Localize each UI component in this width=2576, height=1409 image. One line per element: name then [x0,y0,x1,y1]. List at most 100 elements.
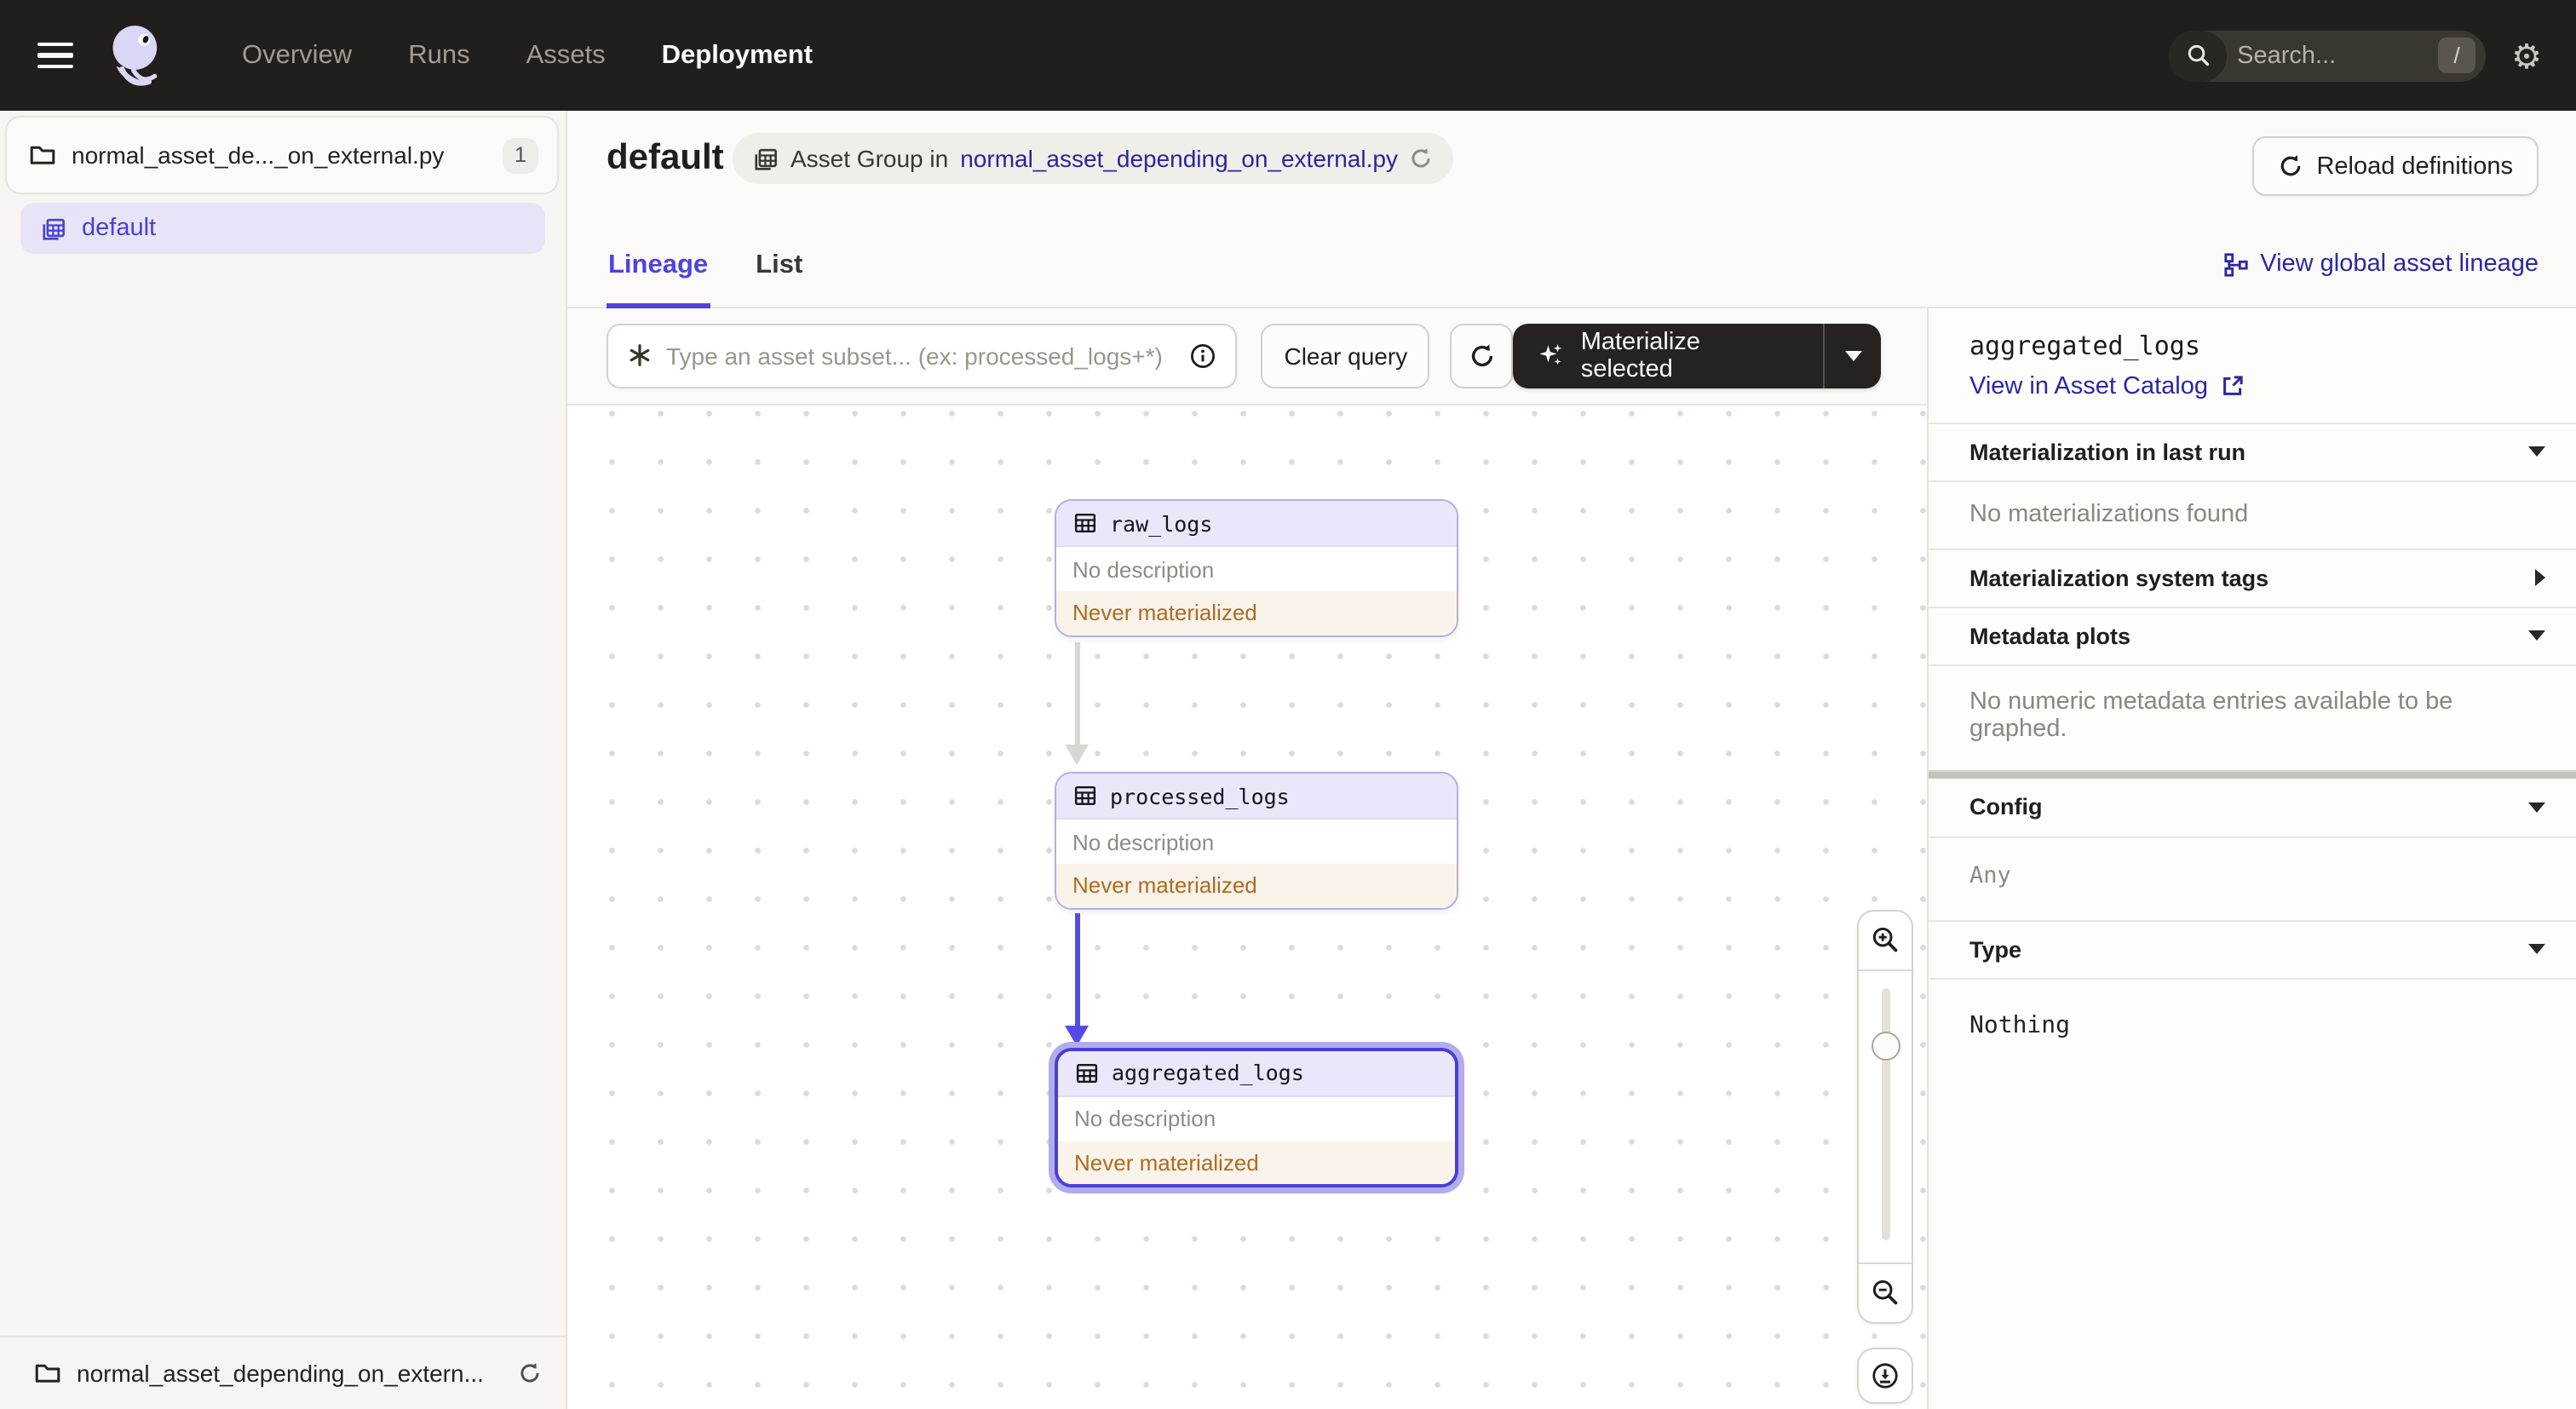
reload-definitions-button[interactable]: Reload definitions [2251,136,2539,196]
download-icon [1872,1362,1898,1388]
primary-nav: Overview Runs Assets Deployment [242,40,813,71]
menu-icon[interactable] [37,35,73,77]
asset-node-aggregated-logs[interactable]: aggregated_logs No description Never mat… [1054,1047,1458,1188]
code-location-header[interactable]: normal_asset_de..._on_external.py 1 [5,116,559,194]
reload-definitions-label: Reload definitions [2316,152,2513,180]
type-value: Nothing [1929,977,2576,1059]
breadcrumb-prefix: Asset Group in [791,145,949,172]
asset-status: Never materialized [1055,864,1456,907]
section-config[interactable]: Config [1929,778,2576,836]
folder-icon [35,1364,60,1383]
section-metadata-plots[interactable]: Metadata plots [1929,606,2576,664]
materialization-empty-state: No materializations found [1929,480,2576,548]
lineage-graph-icon [2223,252,2247,276]
asset-description: No description [1055,820,1456,864]
breadcrumb: Asset Group in normal_asset_depending_on… [733,133,1454,184]
page-title: default [607,138,724,177]
app-root: Overview Runs Assets Deployment / ⚙ norm… [0,0,2576,1409]
refresh-icon [2280,155,2300,176]
asset-description: No description [1055,547,1456,591]
page-header: default Asset Group in normal_asset_depe… [567,111,2576,250]
external-link-icon [2223,376,2243,395]
zoom-slider-thumb[interactable] [1871,1031,1900,1060]
sparkle-icon [1539,343,1562,365]
tabs-row: Lineage List View global asset lineage [567,250,2576,308]
graph-toolbar: Clear query Materialize selecte [567,308,1927,403]
table-icon [1075,1062,1097,1083]
asset-group-count-badge: 1 [503,137,538,173]
asset-status: Never materialized [1055,591,1456,635]
zoom-out-icon [1872,1280,1898,1305]
search-shortcut-key: / [2438,37,2476,73]
zoom-in-button[interactable] [1859,911,1912,969]
chevron-right-icon [2535,569,2545,586]
asset-node-raw-logs[interactable]: raw_logs No description Never materializ… [1054,499,1458,636]
nav-assets[interactable]: Assets [526,40,606,71]
asset-subset-input[interactable] [666,342,1176,369]
top-nav: Overview Runs Assets Deployment / ⚙ [0,0,2576,111]
asset-name: processed_logs [1110,783,1290,808]
dagster-logo[interactable] [102,18,170,93]
nav-overview[interactable]: Overview [242,40,352,71]
code-location-footer[interactable]: normal_asset_depending_on_extern... [0,1336,566,1409]
materialize-selected-button[interactable]: Materialize selected [1513,323,1881,388]
table-icon [1073,513,1095,533]
edge-raw-to-processed [1065,641,1089,764]
reload-location-icon[interactable] [518,1361,542,1385]
config-value: Any [1929,836,2576,919]
lineage-graph-canvas[interactable]: raw_logs No description Never materializ… [567,403,1927,1409]
edge-processed-to-aggregated [1065,912,1089,1045]
asset-group-icon [755,147,777,170]
code-location-name: normal_asset_de..._on_external.py [72,141,445,169]
table-icon [1073,785,1095,806]
metadata-plots-empty-state: No numeric metadata entries available to… [1929,664,2576,769]
section-materialization-system-tags[interactable]: Materialization system tags [1929,548,2576,606]
section-type[interactable]: Type [1929,919,2576,977]
view-global-asset-lineage-link[interactable]: View global asset lineage [2222,250,2539,278]
chevron-down-icon [1844,350,1862,360]
asset-status: Never materialized [1057,1141,1454,1184]
asset-name: aggregated_logs [1112,1060,1304,1085]
download-graph-button[interactable] [1857,1347,1913,1403]
main-content: default Asset Group in normal_asset_depe… [567,111,2576,1409]
asset-group-icon [43,217,65,239]
sidebar-item-label: default [82,215,157,242]
gear-icon[interactable]: ⚙ [2511,38,2542,72]
asset-detail-panel: aggregated_logs View in Asset Catalog Ma… [1927,308,2576,1409]
chevron-down-icon [2528,802,2545,812]
materialize-label: Materialize selected [1580,328,1700,382]
asset-subset-query[interactable] [607,323,1238,388]
section-materialization-last-run[interactable]: Materialization in last run [1929,422,2576,480]
zoom-controls [1857,909,1913,1323]
info-icon[interactable] [1190,342,1217,369]
refresh-graph-button[interactable] [1450,323,1514,388]
tab-lineage[interactable]: Lineage [607,250,710,308]
zoom-slider[interactable] [1859,970,1912,1262]
tab-list[interactable]: List [754,250,804,308]
clear-query-button[interactable]: Clear query [1261,323,1430,388]
sidebar-item-default-group[interactable]: default [20,203,545,254]
search-icon [2169,30,2228,81]
asset-node-processed-logs[interactable]: processed_logs No description Never mate… [1054,772,1458,909]
chevron-down-icon [2528,630,2545,641]
asset-selection-icon [630,344,650,366]
zoom-out-button[interactable] [1859,1263,1912,1321]
code-location-footer-name: normal_asset_depending_on_extern... [77,1360,484,1387]
panel-header: aggregated_logs View in Asset Catalog [1929,308,2576,422]
nav-deployment[interactable]: Deployment [662,40,813,71]
search-input[interactable] [2227,42,2439,69]
panel-splitter[interactable] [1929,769,2576,778]
asset-name: raw_logs [1110,510,1213,536]
chevron-down-icon [2528,944,2545,954]
sidebar: normal_asset_de..._on_external.py 1 defa… [0,111,567,1409]
view-in-asset-catalog-link[interactable]: View in Asset Catalog [1969,372,2549,400]
breadcrumb-code-location-link[interactable]: normal_asset_depending_on_external.py [960,145,1398,172]
selected-asset-name: aggregated_logs [1969,330,2200,360]
materialize-dropdown-toggle[interactable] [1826,323,1881,388]
nav-runs[interactable]: Runs [408,40,469,71]
refresh-icon[interactable] [1410,147,1434,170]
asset-description: No description [1057,1096,1454,1141]
search-box[interactable]: / [2169,30,2487,81]
refresh-icon [1471,343,1492,366]
folder-icon [30,146,55,164]
